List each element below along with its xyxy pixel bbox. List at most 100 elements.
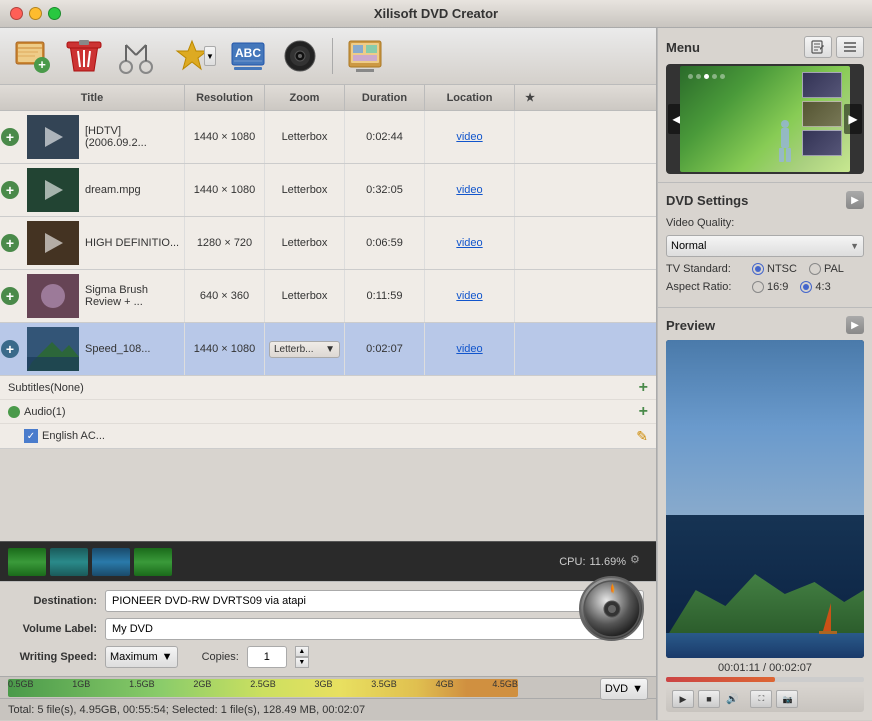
row2-title-cell[interactable]: + dream.mpg — [0, 164, 185, 216]
menu-title: Menu — [666, 40, 700, 55]
row3-location[interactable]: video — [425, 217, 515, 269]
row3-star[interactable] — [515, 217, 545, 269]
row4-zoom: Letterbox — [265, 270, 345, 322]
cut-button[interactable] — [114, 34, 158, 78]
close-btn[interactable] — [10, 7, 23, 20]
preview-progress-fill — [666, 677, 775, 682]
row1-star[interactable] — [515, 111, 545, 163]
row2-video-link[interactable]: video — [456, 184, 482, 196]
toolbar: + — [0, 28, 656, 85]
row5-duration: 0:02:07 — [345, 323, 425, 375]
volume-input[interactable] — [105, 618, 644, 640]
row5-zoom-dropdown[interactable]: Letterb... ▼ — [265, 323, 345, 375]
radio-pal[interactable]: PAL — [809, 263, 844, 275]
audio-add-btn[interactable]: + — [626, 403, 656, 421]
writing-speed-select[interactable]: Maximum ▼ — [105, 646, 178, 668]
menu-edit-btn[interactable] — [804, 36, 832, 58]
row3-title-cell[interactable]: + HIGH DEFINITIO... — [0, 217, 185, 269]
tv-standard-radio-group: NTSC PAL — [752, 263, 844, 275]
add-file-button[interactable]: + — [10, 34, 54, 78]
row2-star[interactable] — [515, 164, 545, 216]
dvd-format-select[interactable]: DVD ▼ — [600, 678, 648, 700]
effects-button[interactable]: ▼ — [166, 34, 218, 78]
aspect-ratio-radio-group: 16:9 4:3 — [752, 281, 831, 293]
row1-add-btn[interactable]: + — [1, 128, 19, 146]
dvd-settings-title: DVD Settings — [666, 193, 748, 208]
video-quality-select[interactable]: Normal ▼ — [666, 235, 864, 257]
play-btn[interactable]: ▶ — [672, 690, 694, 708]
row2-duration: 0:32:05 — [345, 164, 425, 216]
pb-label-3: 2GB — [193, 679, 211, 689]
row5-video-link[interactable]: video — [456, 343, 482, 355]
row5-title-cell[interactable]: + Speed_108... — [0, 323, 185, 375]
audio-row: Audio(1) + — [0, 400, 656, 424]
row2-location[interactable]: video — [425, 164, 515, 216]
menu-list-btn[interactable] — [836, 36, 864, 58]
subtitle-button[interactable]: ABC — [226, 34, 270, 78]
audio-button[interactable] — [278, 34, 322, 78]
table-row[interactable]: + [HDTV] (2006.09.2... 1440 × 1080 Lette… — [0, 111, 656, 164]
table-row[interactable]: + Sigma Brush Review + ... 640 × 360 Let… — [0, 270, 656, 323]
burn-button-area — [579, 576, 644, 641]
row1-location[interactable]: video — [425, 111, 515, 163]
dvd-settings-expand-btn[interactable]: ▶ — [846, 191, 864, 209]
menu-button[interactable] — [343, 34, 387, 78]
main-container: + — [0, 28, 872, 720]
aspect-ratio-label: Aspect Ratio: — [666, 281, 746, 293]
preview-windsurfer — [819, 601, 839, 636]
radio-16-9[interactable]: 16:9 — [752, 281, 788, 293]
row4-thumb — [27, 274, 79, 318]
table-row[interactable]: + dream.mpg 1440 × 1080 Letterbox 0:32:0… — [0, 164, 656, 217]
row2-add-btn[interactable]: + — [1, 181, 19, 199]
row5-star[interactable] — [515, 323, 545, 375]
snapshot-btn[interactable]: 📷 — [776, 690, 798, 708]
row3-duration: 0:06:59 — [345, 217, 425, 269]
fullscreen-btn[interactable]: ⛶ — [750, 690, 772, 708]
row1-thumb — [27, 115, 79, 159]
preview-section: Preview ▶ 00:01:11 / — [658, 308, 872, 720]
dest-input[interactable] — [105, 590, 620, 612]
menu-next-btn[interactable]: ▶ — [844, 104, 862, 134]
remove-file-button[interactable] — [62, 34, 106, 78]
video-quality-arrow: ▼ — [850, 241, 859, 251]
copies-up-btn[interactable]: ▲ — [295, 646, 309, 657]
table-row[interactable]: + HIGH DEFINITIO... 1280 × 720 Letterbox… — [0, 217, 656, 270]
table-row[interactable]: + Speed_108... 1440 × 1080 Letterb... ▼ — [0, 323, 656, 376]
right-panel: Menu ◀ — [657, 28, 872, 720]
row5-title: Speed_108... — [85, 343, 150, 355]
row3-add-btn[interactable]: + — [1, 234, 19, 252]
row1-video-link[interactable]: video — [456, 131, 482, 143]
row1-title-cell[interactable]: + [HDTV] (2006.09.2... — [0, 111, 185, 163]
audio-edit-btn[interactable]: ✎ — [626, 428, 656, 445]
minimize-btn[interactable] — [29, 7, 42, 20]
row5-add-btn[interactable]: + — [1, 340, 19, 358]
menu-dot-2 — [696, 74, 701, 79]
subtitles-add-btn[interactable]: + — [626, 379, 656, 397]
row4-video-link[interactable]: video — [456, 290, 482, 302]
stop-btn[interactable]: ■ — [698, 690, 720, 708]
row5-resolution: 1440 × 1080 — [185, 323, 265, 375]
pb-label-7: 4GB — [436, 679, 454, 689]
radio-ntsc[interactable]: NTSC — [752, 263, 797, 275]
row3-video-link[interactable]: video — [456, 237, 482, 249]
preview-progress[interactable] — [666, 677, 864, 682]
copies-down-btn[interactable]: ▼ — [295, 657, 309, 668]
row4-title-cell[interactable]: + Sigma Brush Review + ... — [0, 270, 185, 322]
preview-expand-btn[interactable]: ▶ — [846, 316, 864, 334]
menu-header: Menu — [666, 36, 864, 58]
row4-add-btn[interactable]: + — [1, 287, 19, 305]
row4-duration: 0:11:59 — [345, 270, 425, 322]
video-quality-row: Video Quality: — [666, 217, 864, 229]
copies-input[interactable] — [247, 646, 287, 668]
row5-location[interactable]: video — [425, 323, 515, 375]
maximize-btn[interactable] — [48, 7, 61, 20]
zoom-dropdown-btn[interactable]: Letterb... ▼ — [269, 341, 340, 358]
row4-resolution: 640 × 360 — [185, 270, 265, 322]
radio-4-3[interactable]: 4:3 — [800, 281, 830, 293]
cpu-settings-btn[interactable]: ⚙ — [630, 553, 648, 571]
audio-checkbox[interactable]: ✓ — [24, 429, 38, 443]
row4-star[interactable] — [515, 270, 545, 322]
burn-button[interactable] — [579, 576, 644, 641]
video-quality-label: Video Quality: — [666, 217, 746, 229]
row4-location[interactable]: video — [425, 270, 515, 322]
